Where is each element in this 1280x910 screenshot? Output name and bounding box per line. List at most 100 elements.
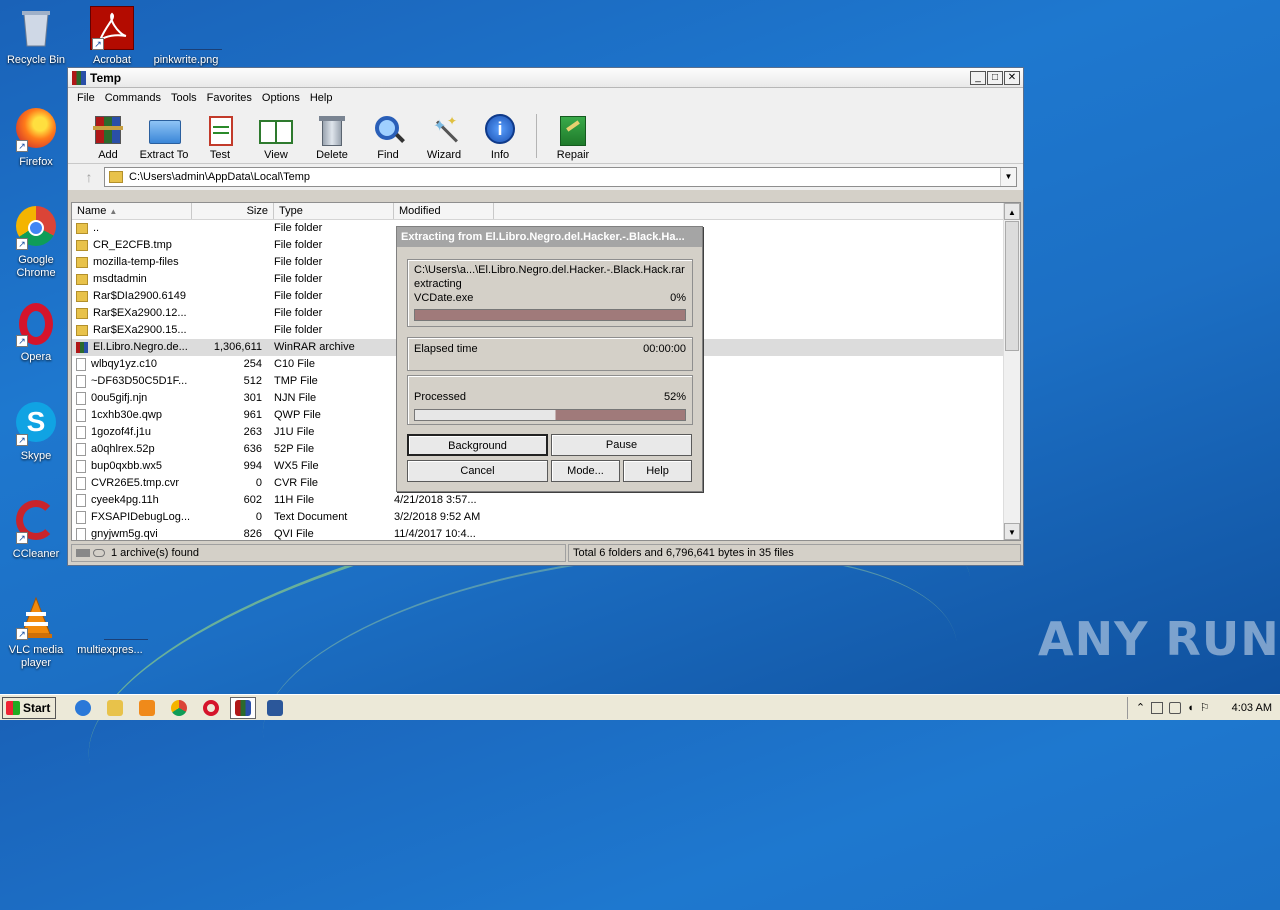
menu-file[interactable]: File bbox=[72, 92, 100, 104]
desktop-icon-firefox[interactable]: ↗ Firefox bbox=[0, 106, 72, 169]
drive-icon[interactable] bbox=[76, 549, 90, 557]
cell-size bbox=[192, 220, 268, 237]
desktop-icon-acrobat[interactable]: ↗ Acrobat bbox=[76, 6, 148, 67]
cell-name: mozilla-temp-files bbox=[72, 254, 192, 271]
cell-modified: 11/4/2017 10:4... bbox=[394, 528, 476, 540]
scroll-up-icon[interactable]: ▲ bbox=[1004, 203, 1020, 220]
file-icon bbox=[76, 375, 86, 388]
background-button[interactable]: Background bbox=[407, 434, 548, 456]
skype-icon: S ↗ bbox=[14, 402, 58, 446]
monitor-icon[interactable] bbox=[1169, 701, 1182, 714]
add-button[interactable]: Add bbox=[80, 114, 136, 161]
processed-progress-fill bbox=[415, 410, 685, 420]
start-button[interactable]: Start bbox=[2, 696, 56, 719]
desktop-icon-skype[interactable]: S ↗ Skype bbox=[0, 400, 72, 463]
clock[interactable]: 4:03 AM bbox=[1232, 702, 1272, 714]
maximize-button[interactable]: □ bbox=[987, 70, 1003, 85]
cell-name: cyeek4pg.11h bbox=[72, 492, 192, 509]
extraction-dialog[interactable]: Extracting from El.Libro.Negro.del.Hacke… bbox=[396, 226, 703, 492]
chrome-icon: ↗ bbox=[14, 206, 58, 250]
file-icon bbox=[76, 392, 86, 405]
flag-icon[interactable]: ⚐ bbox=[1200, 701, 1210, 714]
desktop-icon-multiexpres[interactable]: multiexpres... bbox=[74, 596, 148, 657]
cell-name: .. bbox=[72, 220, 192, 237]
column-type[interactable]: Type bbox=[274, 203, 394, 219]
dialog-title: Extracting from El.Libro.Negro.del.Hacke… bbox=[397, 227, 702, 247]
desktop-icon-opera[interactable]: ↗ Opera bbox=[0, 302, 72, 364]
taskbar-opera[interactable] bbox=[198, 697, 224, 719]
desktop-icon-ccleaner[interactable]: ↗ CCleaner bbox=[0, 498, 72, 561]
folder-icon bbox=[76, 325, 88, 336]
desktop-icon-pinkwrite[interactable]: pinkwrite.png bbox=[150, 6, 222, 67]
chevron-down-icon[interactable]: ▼ bbox=[1000, 168, 1016, 186]
delete-button[interactable]: Delete bbox=[304, 114, 360, 161]
network-icon[interactable] bbox=[1151, 701, 1164, 714]
winrar-icon bbox=[72, 70, 86, 85]
cell-size: 826 bbox=[243, 528, 262, 540]
find-button[interactable]: Find bbox=[360, 114, 416, 161]
extract-to-button[interactable]: Extract To bbox=[136, 114, 192, 161]
info-button[interactable]: i Info bbox=[472, 114, 528, 161]
window-titlebar[interactable]: Temp _ □ ✕ bbox=[68, 68, 1023, 88]
volume-icon[interactable]: ◖ bbox=[1187, 702, 1194, 714]
taskbar-explorer[interactable] bbox=[102, 697, 128, 719]
cell-type: File folder bbox=[274, 222, 323, 234]
column-name[interactable]: Name ▲ bbox=[72, 203, 192, 219]
menu-commands[interactable]: Commands bbox=[100, 92, 166, 104]
wizard-button[interactable]: ✦ ✦ Wizard bbox=[416, 114, 472, 161]
menu-tools[interactable]: Tools bbox=[166, 92, 202, 104]
menu-help[interactable]: Help bbox=[305, 92, 338, 104]
file-icon bbox=[88, 596, 148, 640]
address-bar: ↑ C:\Users\admin\AppData\Local\Temp ▼ bbox=[68, 164, 1023, 190]
opera-icon: ↗ bbox=[14, 303, 58, 347]
table-row[interactable]: gnyjwm5g.qvi 826 QVI File 11/4/2017 10:4... bbox=[72, 526, 1020, 540]
elapsed-value: 00:00:00 bbox=[643, 343, 686, 355]
cell-size bbox=[192, 288, 268, 305]
key-icon[interactable] bbox=[93, 549, 105, 557]
menu-options[interactable]: Options bbox=[257, 92, 305, 104]
cell-type: File folder bbox=[274, 239, 323, 251]
test-button[interactable]: Test bbox=[192, 114, 248, 161]
repair-button[interactable]: Repair bbox=[545, 114, 601, 161]
recycle-bin-icon bbox=[14, 6, 58, 50]
vlc-icon: ↗ bbox=[14, 596, 58, 640]
minimize-button[interactable]: _ bbox=[970, 70, 986, 85]
taskbar-word[interactable] bbox=[262, 697, 288, 719]
cell-size: 636 bbox=[243, 443, 262, 455]
cell-name: gnyjwm5g.qvi bbox=[72, 526, 192, 540]
taskbar-chrome[interactable] bbox=[166, 697, 192, 719]
desktop-icon-chrome[interactable]: ↗ Google Chrome bbox=[0, 204, 72, 280]
info-icon: i bbox=[483, 114, 517, 146]
scroll-down-icon[interactable]: ▼ bbox=[1004, 523, 1020, 540]
help-button[interactable]: Help bbox=[623, 460, 692, 482]
column-size[interactable]: Size bbox=[192, 203, 274, 219]
window-title: Temp bbox=[90, 70, 122, 85]
desktop-icon-recycle-bin[interactable]: Recycle Bin bbox=[0, 6, 72, 67]
mode-button[interactable]: Mode... bbox=[551, 460, 620, 482]
taskbar-ie[interactable] bbox=[70, 697, 96, 719]
cell-size bbox=[192, 271, 268, 288]
desktop-icon-vlc[interactable]: ↗ VLC media player bbox=[0, 596, 72, 670]
chevron-up-icon[interactable]: ⌃ bbox=[1136, 701, 1145, 714]
table-row[interactable]: cyeek4pg.11h 602 11H File 4/21/2018 3:57... bbox=[72, 492, 1020, 509]
folder-icon bbox=[76, 291, 88, 302]
folder-icon bbox=[76, 240, 88, 251]
cell-size bbox=[192, 305, 268, 322]
address-field[interactable]: C:\Users\admin\AppData\Local\Temp ▼ bbox=[104, 167, 1017, 187]
scroll-thumb[interactable] bbox=[1005, 221, 1019, 351]
up-arrow-icon[interactable]: ↑ bbox=[74, 167, 104, 187]
table-row[interactable]: FXSAPIDebugLog... 0 Text Document 3/2/2018 … bbox=[72, 509, 1020, 526]
cancel-button[interactable]: Cancel bbox=[407, 460, 548, 482]
column-modified[interactable]: Modified bbox=[394, 203, 494, 219]
vertical-scrollbar[interactable]: ▲ ▼ bbox=[1003, 203, 1020, 540]
cell-size bbox=[192, 322, 268, 339]
taskbar-winrar[interactable] bbox=[230, 696, 256, 719]
status-bar: 1 archive(s) found Total 6 folders and 6… bbox=[71, 543, 1021, 563]
taskbar-media-player[interactable] bbox=[134, 697, 160, 719]
menu-favorites[interactable]: Favorites bbox=[202, 92, 257, 104]
firefox-icon: ↗ bbox=[14, 108, 58, 152]
cell-type: File folder bbox=[274, 273, 323, 285]
view-button[interactable]: View bbox=[248, 114, 304, 161]
close-button[interactable]: ✕ bbox=[1004, 70, 1020, 85]
pause-button[interactable]: Pause bbox=[551, 434, 692, 456]
